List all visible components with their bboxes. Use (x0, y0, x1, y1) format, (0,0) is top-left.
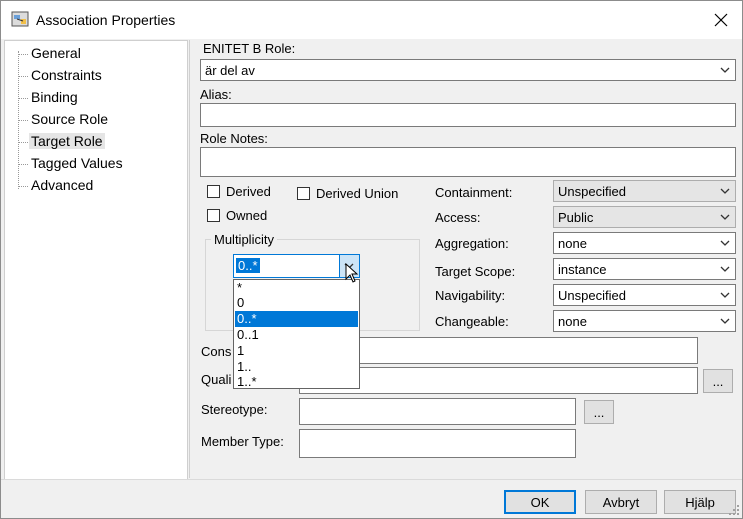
containment-combo[interactable]: Unspecified (553, 180, 736, 202)
access-value: Public (558, 210, 594, 225)
chevron-down-icon (720, 318, 730, 324)
tree-connector (18, 120, 28, 121)
stereotype-input[interactable] (299, 398, 576, 425)
app-icon (11, 11, 29, 27)
multiplicity-dropdown-list: * 0 0..* 0..1 1 1.. 1..* (233, 279, 360, 389)
role-notes-label: Role Notes: (200, 131, 268, 146)
multiplicity-option[interactable]: 1..* (235, 374, 358, 390)
tree-connector (18, 164, 28, 165)
tree-item-general[interactable]: General (29, 45, 83, 61)
chevron-down-icon (720, 266, 730, 272)
owned-checkbox[interactable] (207, 209, 220, 222)
close-icon (714, 13, 728, 27)
role-combo[interactable]: är del av (200, 59, 736, 81)
constraints-label: Cons (201, 344, 232, 359)
changeable-value: none (558, 314, 587, 329)
derived-label: Derived (226, 184, 271, 199)
mouse-cursor-icon (345, 263, 359, 283)
access-label: Access: (435, 210, 481, 225)
tree-item-tagged-values[interactable]: Tagged Values (29, 155, 125, 171)
access-combo[interactable]: Public (553, 206, 736, 228)
derived-union-checkbox[interactable] (297, 187, 310, 200)
multiplicity-option[interactable]: 0 (235, 295, 358, 311)
navigation-tree: General Constraints Binding Source Role … (4, 40, 188, 480)
help-button[interactable]: Hjälp (664, 490, 736, 514)
alias-input[interactable] (200, 103, 736, 127)
member-type-label: Member Type: (201, 434, 284, 449)
tree-connector (18, 98, 28, 99)
multiplicity-option[interactable]: 1.. (235, 359, 358, 375)
aggregation-value: none (558, 236, 587, 251)
ok-button[interactable]: OK (504, 490, 576, 514)
chevron-down-icon (720, 214, 730, 220)
resize-grip-icon[interactable] (728, 504, 740, 516)
multiplicity-option[interactable]: 0..1 (235, 327, 358, 343)
tree-item-constraints[interactable]: Constraints (29, 67, 104, 83)
aggregation-combo[interactable]: none (553, 232, 736, 254)
role-notes-textarea[interactable] (200, 147, 736, 177)
derived-union-label: Derived Union (316, 186, 399, 201)
stereotype-label: Stereotype: (201, 402, 268, 417)
tree-connector (18, 76, 28, 77)
qualifiers-label: Quali (201, 372, 232, 387)
navigability-value: Unspecified (558, 288, 626, 303)
target-scope-label: Target Scope: (435, 264, 516, 279)
chevron-down-icon (720, 67, 730, 73)
multiplicity-option[interactable]: 1 (235, 343, 358, 359)
chevron-down-icon (720, 188, 730, 194)
changeable-label: Changeable: (435, 314, 509, 329)
association-properties-dialog: Association Properties General Constrain… (0, 0, 743, 519)
navigability-label: Navigability: (435, 288, 506, 303)
tree-connector (18, 142, 28, 143)
multiplicity-option[interactable]: * (235, 280, 358, 296)
tree-item-target-role[interactable]: Target Role (29, 133, 105, 149)
window-title: Association Properties (36, 12, 176, 28)
target-scope-value: instance (558, 262, 607, 277)
changeable-combo[interactable]: none (553, 310, 736, 332)
multiplicity-combo[interactable]: 0..* (233, 254, 360, 278)
multiplicity-value: 0..* (236, 258, 260, 273)
footer-separator (1, 479, 742, 480)
target-scope-combo[interactable]: instance (553, 258, 736, 280)
containment-value: Unspecified (558, 184, 626, 199)
alias-label: Alias: (200, 87, 232, 102)
tree-item-advanced[interactable]: Advanced (29, 177, 95, 193)
containment-label: Containment: (435, 185, 513, 200)
chevron-down-icon (720, 240, 730, 246)
multiplicity-legend: Multiplicity (211, 232, 277, 247)
tree-connector (18, 54, 28, 55)
navigability-combo[interactable]: Unspecified (553, 284, 736, 306)
qualifiers-browse-button[interactable]: ... (703, 369, 733, 393)
aggregation-label: Aggregation: (435, 236, 509, 251)
owned-label: Owned (226, 208, 268, 223)
chevron-down-icon (720, 292, 730, 298)
title-bar: Association Properties (1, 1, 742, 39)
tree-item-binding[interactable]: Binding (29, 89, 80, 105)
multiplicity-option-selected[interactable]: 0..* (235, 311, 358, 327)
member-type-input[interactable] (299, 429, 576, 458)
stereotype-browse-button[interactable]: ... (584, 400, 614, 424)
tree-item-source-role[interactable]: Source Role (29, 111, 110, 127)
tree-connector (18, 186, 28, 187)
derived-checkbox[interactable] (207, 185, 220, 198)
role-value: är del av (205, 63, 255, 78)
close-button[interactable] (707, 7, 735, 33)
role-label: ENITET B Role: (203, 41, 296, 56)
cancel-button[interactable]: Avbryt (585, 490, 657, 514)
